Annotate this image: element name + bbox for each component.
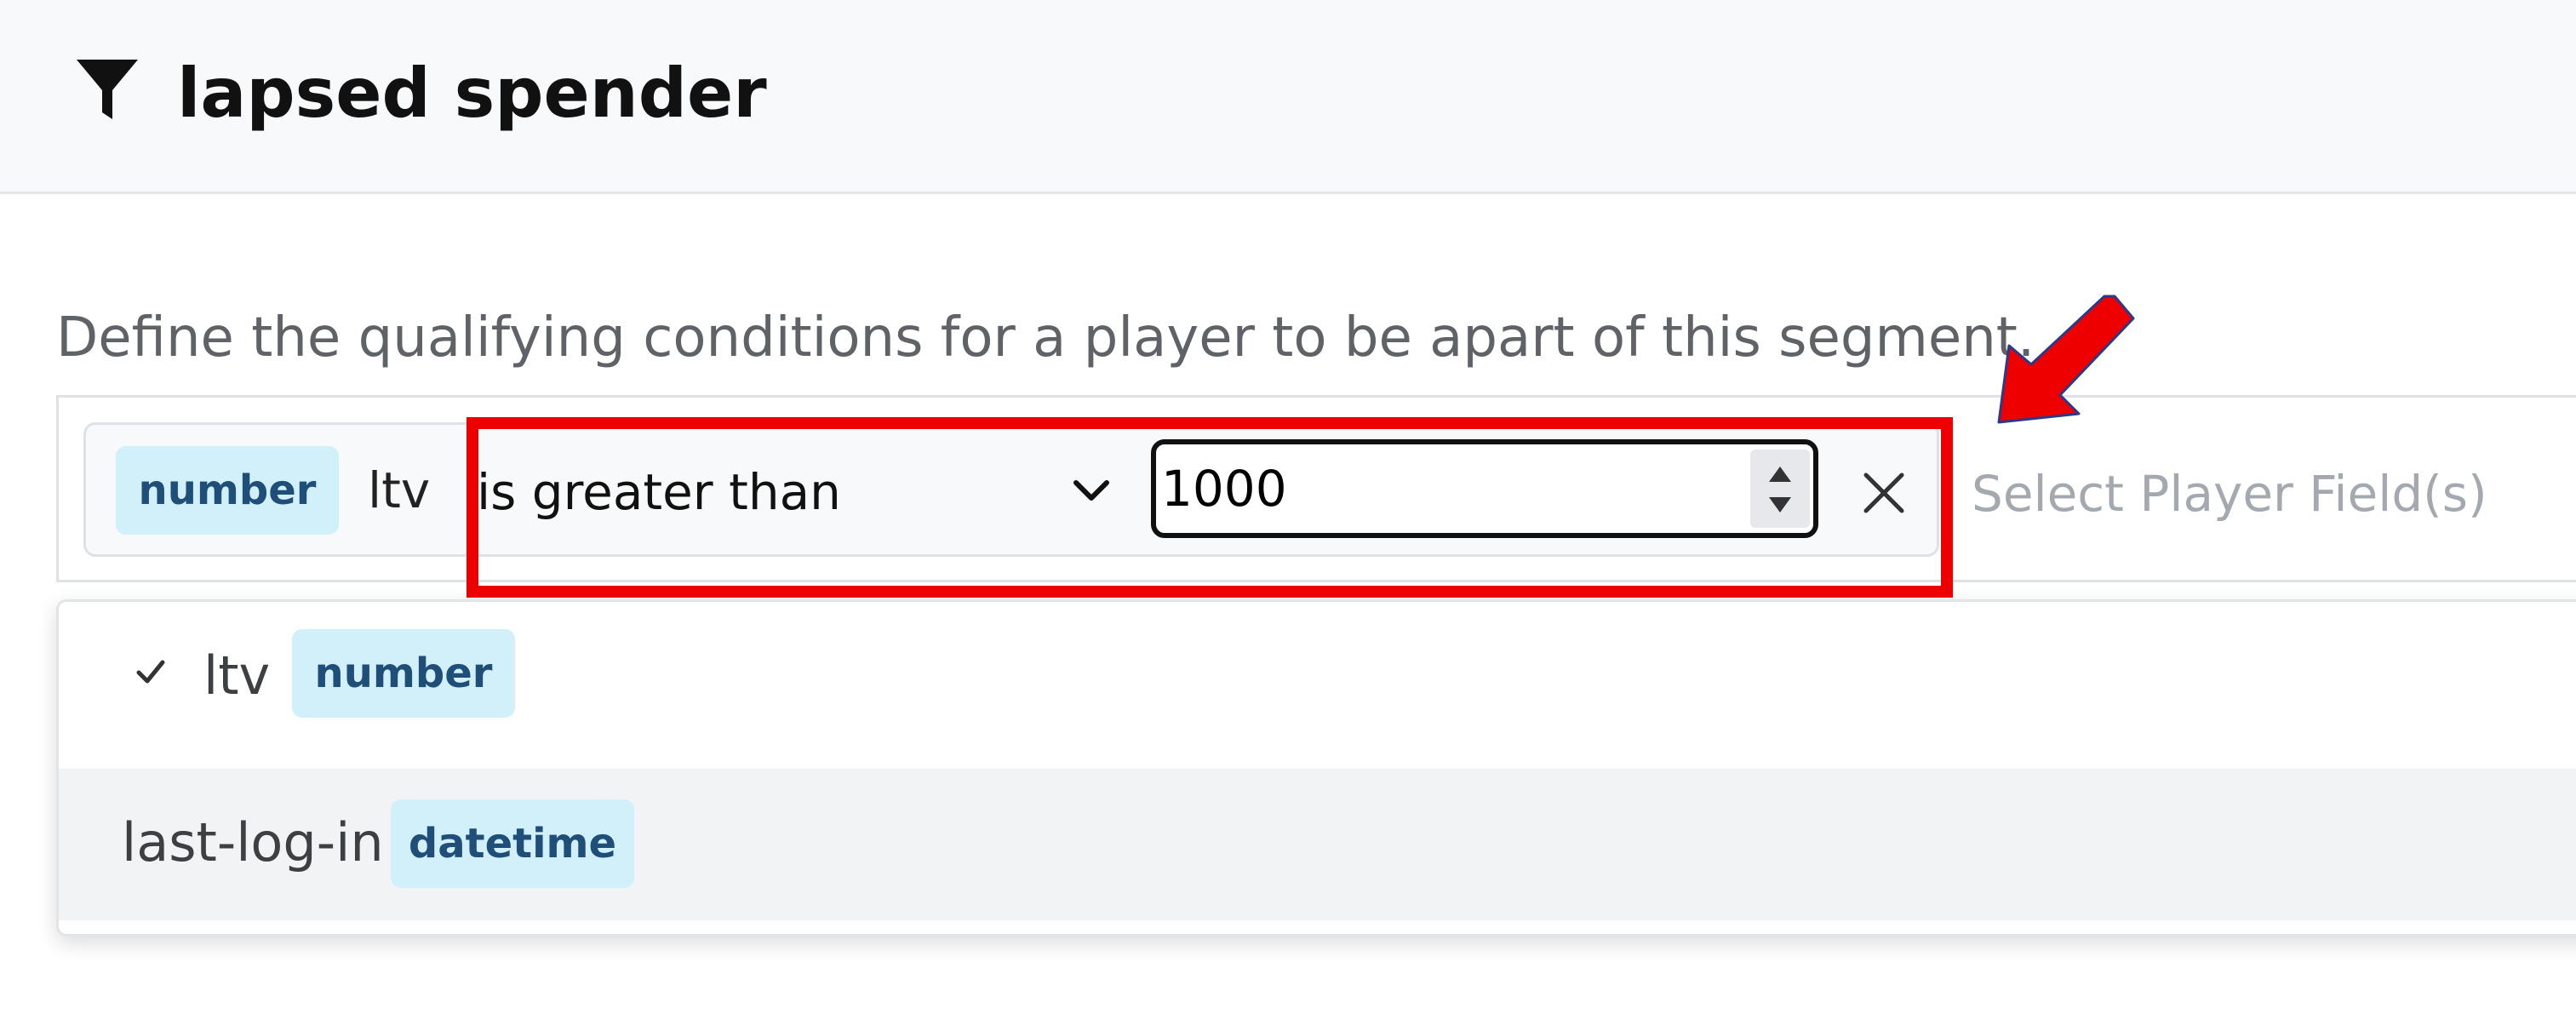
condition-value-input[interactable] — [1161, 453, 1749, 524]
condition-value-field — [1151, 439, 1818, 538]
segment-description: Define the qualifying conditions for a p… — [56, 306, 2035, 369]
increment-icon[interactable] — [1763, 461, 1797, 487]
option-label: ltv — [203, 644, 271, 707]
red-arrow-icon — [1997, 295, 2135, 424]
option-type-badge: number — [292, 629, 515, 718]
option-type-badge: datetime — [391, 799, 634, 888]
decrement-icon[interactable] — [1763, 492, 1797, 518]
condition-field-name: ltv — [368, 461, 431, 519]
field-option-last-log-in[interactable]: last-log-in datetime — [59, 769, 2576, 920]
close-icon[interactable] — [1859, 468, 1909, 518]
number-stepper[interactable] — [1750, 450, 1810, 528]
option-label: last-log-in — [122, 811, 384, 873]
field-type-badge: number — [116, 446, 339, 535]
filter-icon — [77, 60, 138, 119]
chevron-down-icon — [1073, 480, 1109, 501]
field-options-dropdown: ltv number last-log-in datetime — [56, 599, 2576, 936]
check-icon — [136, 660, 165, 684]
player-field-select[interactable]: Select Player Field(s) — [1972, 458, 2487, 530]
field-option-ltv[interactable]: ltv number — [59, 602, 2576, 753]
page-title: lapsed spender — [177, 54, 767, 133]
operator-select-value: is greater than — [477, 463, 841, 521]
operator-select[interactable]: is greater than — [477, 443, 1124, 541]
page-header: lapsed spender — [0, 0, 2576, 194]
